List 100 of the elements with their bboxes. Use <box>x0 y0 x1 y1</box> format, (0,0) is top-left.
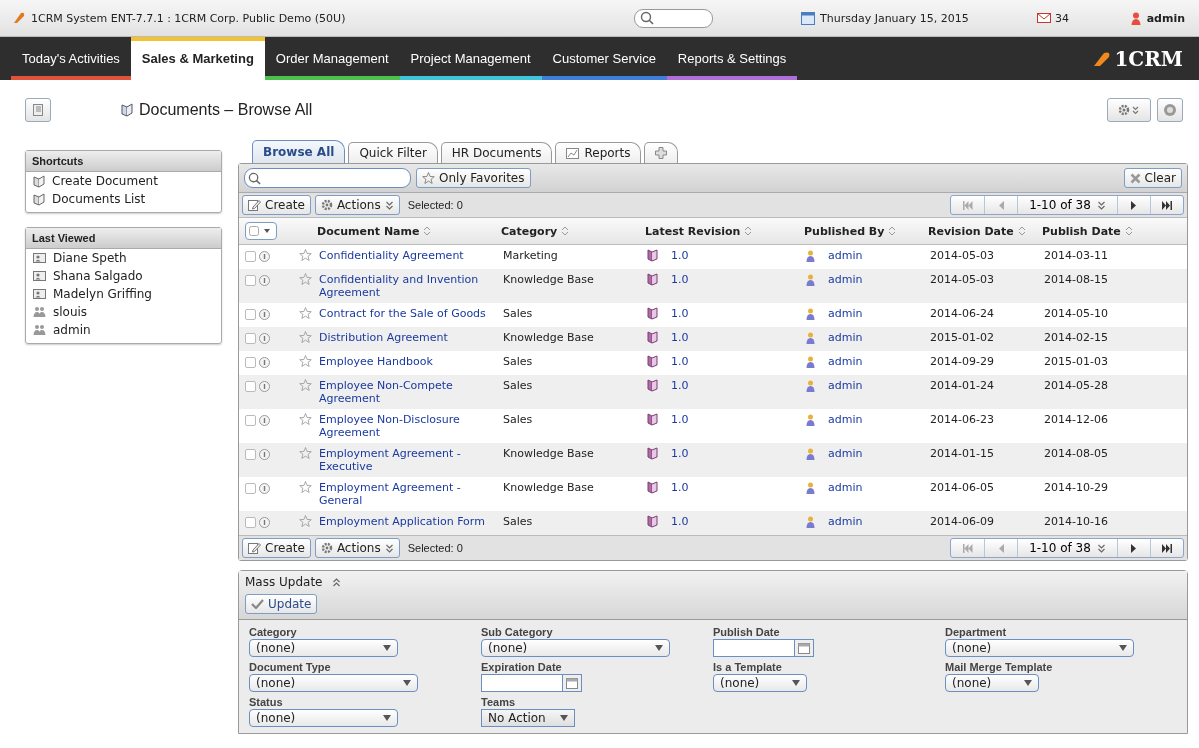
user-link[interactable]: admin <box>828 379 863 392</box>
document-link[interactable]: Employment Agreement - General <box>319 481 499 507</box>
info-icon[interactable] <box>259 448 270 460</box>
create-button[interactable]: Create <box>242 538 311 558</box>
recent-link[interactable]: Diane Speth <box>26 249 221 267</box>
revision-link[interactable]: 1.0 <box>671 379 689 392</box>
info-icon[interactable] <box>259 356 270 368</box>
document-link[interactable]: Employment Agreement - Executive <box>319 447 499 473</box>
user-link[interactable]: admin <box>828 273 863 286</box>
dropdown[interactable]: (none) <box>713 674 807 692</box>
info-icon[interactable] <box>259 482 270 494</box>
star-icon[interactable] <box>299 481 312 493</box>
shortcut-link[interactable]: Documents List <box>26 190 221 208</box>
list-tab[interactable]: Quick Filter <box>348 142 438 163</box>
revision-link[interactable]: 1.0 <box>671 481 689 494</box>
nav-tab[interactable]: Sales & Marketing <box>130 37 265 80</box>
search-field[interactable] <box>244 168 411 188</box>
row-checkbox[interactable] <box>245 308 256 320</box>
user-link[interactable]: admin <box>828 515 863 528</box>
user-link[interactable]: admin <box>828 307 863 320</box>
user-link[interactable]: admin <box>828 413 863 426</box>
nav-tab[interactable]: Customer Service <box>541 37 667 80</box>
star-icon[interactable] <box>299 273 312 285</box>
revision-link[interactable]: 1.0 <box>671 515 689 528</box>
row-checkbox[interactable] <box>245 356 256 368</box>
revision-link[interactable]: 1.0 <box>671 447 689 460</box>
calendar-button[interactable] <box>563 674 582 692</box>
document-link[interactable]: Confidentiality Agreement <box>319 249 499 262</box>
star-icon[interactable] <box>299 413 312 425</box>
document-link[interactable]: Employee Non-Compete Agreement <box>319 379 499 405</box>
recent-link[interactable]: Madelyn Griffing <box>26 285 221 303</box>
dropdown[interactable]: (none) <box>249 639 398 657</box>
row-checkbox[interactable] <box>245 448 256 460</box>
revision-link[interactable]: 1.0 <box>671 355 689 368</box>
user-link[interactable]: admin <box>828 481 863 494</box>
list-tab[interactable]: Reports <box>555 142 642 163</box>
column-header[interactable]: Latest Revision <box>645 224 753 238</box>
dropdown[interactable]: (none) <box>945 674 1039 692</box>
create-button[interactable]: Create <box>242 195 311 215</box>
dropdown[interactable]: (none) <box>945 639 1134 657</box>
revision-link[interactable]: 1.0 <box>671 273 689 286</box>
document-link[interactable]: Distribution Agreement <box>319 331 499 344</box>
row-checkbox[interactable] <box>245 380 256 392</box>
row-checkbox[interactable] <box>245 332 256 344</box>
column-header[interactable]: Published By <box>804 224 897 238</box>
recent-link[interactable]: Shana Salgado <box>26 267 221 285</box>
mail-link[interactable]: 34 <box>1037 11 1117 25</box>
date-input[interactable] <box>713 639 795 657</box>
date-input[interactable] <box>481 674 563 692</box>
update-button[interactable]: Update <box>245 594 318 614</box>
recent-link[interactable]: admin <box>26 321 221 339</box>
user-link[interactable]: admin <box>1130 11 1185 25</box>
list-tab[interactable]: Browse All <box>252 140 346 163</box>
dropdown[interactable]: No Action <box>481 709 575 727</box>
info-icon[interactable] <box>259 308 270 320</box>
nav-tab[interactable]: Reports & Settings <box>666 37 798 80</box>
document-link[interactable]: Employee Handbook <box>319 355 499 368</box>
dropdown[interactable]: (none) <box>249 709 398 727</box>
document-link[interactable]: Employment Application Form <box>319 515 499 528</box>
revision-link[interactable]: 1.0 <box>671 331 689 344</box>
column-header[interactable]: Publish Date <box>1042 224 1133 238</box>
help-button[interactable] <box>1157 98 1183 122</box>
settings-menu-button[interactable] <box>1107 98 1151 122</box>
row-checkbox[interactable] <box>245 414 256 426</box>
info-icon[interactable] <box>259 274 270 286</box>
revision-link[interactable]: 1.0 <box>671 249 689 262</box>
info-icon[interactable] <box>259 332 270 344</box>
star-icon[interactable] <box>299 249 312 261</box>
list-tab[interactable]: HR Documents <box>440 142 553 163</box>
shortcut-link[interactable]: Create Document <box>26 172 221 190</box>
user-link[interactable]: admin <box>828 355 863 368</box>
favorites-filter-button[interactable]: Only Favorites <box>416 168 531 188</box>
collapse-icon[interactable] <box>332 577 342 587</box>
star-icon[interactable] <box>299 447 312 459</box>
clear-button[interactable]: Clear <box>1123 168 1182 188</box>
user-link[interactable]: admin <box>828 249 863 262</box>
column-header[interactable]: Revision Date <box>928 224 1026 238</box>
sidebar-toggle-button[interactable] <box>25 98 51 122</box>
revision-link[interactable]: 1.0 <box>671 307 689 320</box>
info-icon[interactable] <box>259 414 270 426</box>
row-checkbox[interactable] <box>245 274 256 286</box>
nav-tab[interactable]: Project Management <box>399 37 542 80</box>
dropdown[interactable]: (none) <box>481 639 670 657</box>
row-checkbox[interactable] <box>245 482 256 494</box>
column-header[interactable]: Document Name <box>317 224 432 238</box>
recent-link[interactable]: slouis <box>26 303 221 321</box>
add-tab-button[interactable] <box>644 142 679 163</box>
column-header[interactable]: Category <box>501 224 570 238</box>
star-icon[interactable] <box>299 307 312 319</box>
actions-menu-button[interactable]: Actions <box>314 195 400 215</box>
user-link[interactable]: admin <box>828 447 863 460</box>
actions-menu-button[interactable]: Actions <box>314 538 400 558</box>
info-icon[interactable] <box>259 380 270 392</box>
revision-link[interactable]: 1.0 <box>671 413 689 426</box>
document-link[interactable]: Employee Non-Disclosure Agreement <box>319 413 499 439</box>
document-link[interactable]: Contract for the Sale of Goods <box>319 307 499 320</box>
star-icon[interactable] <box>299 331 312 343</box>
star-icon[interactable] <box>299 515 312 527</box>
info-icon[interactable] <box>259 516 270 528</box>
row-checkbox[interactable] <box>245 250 256 262</box>
